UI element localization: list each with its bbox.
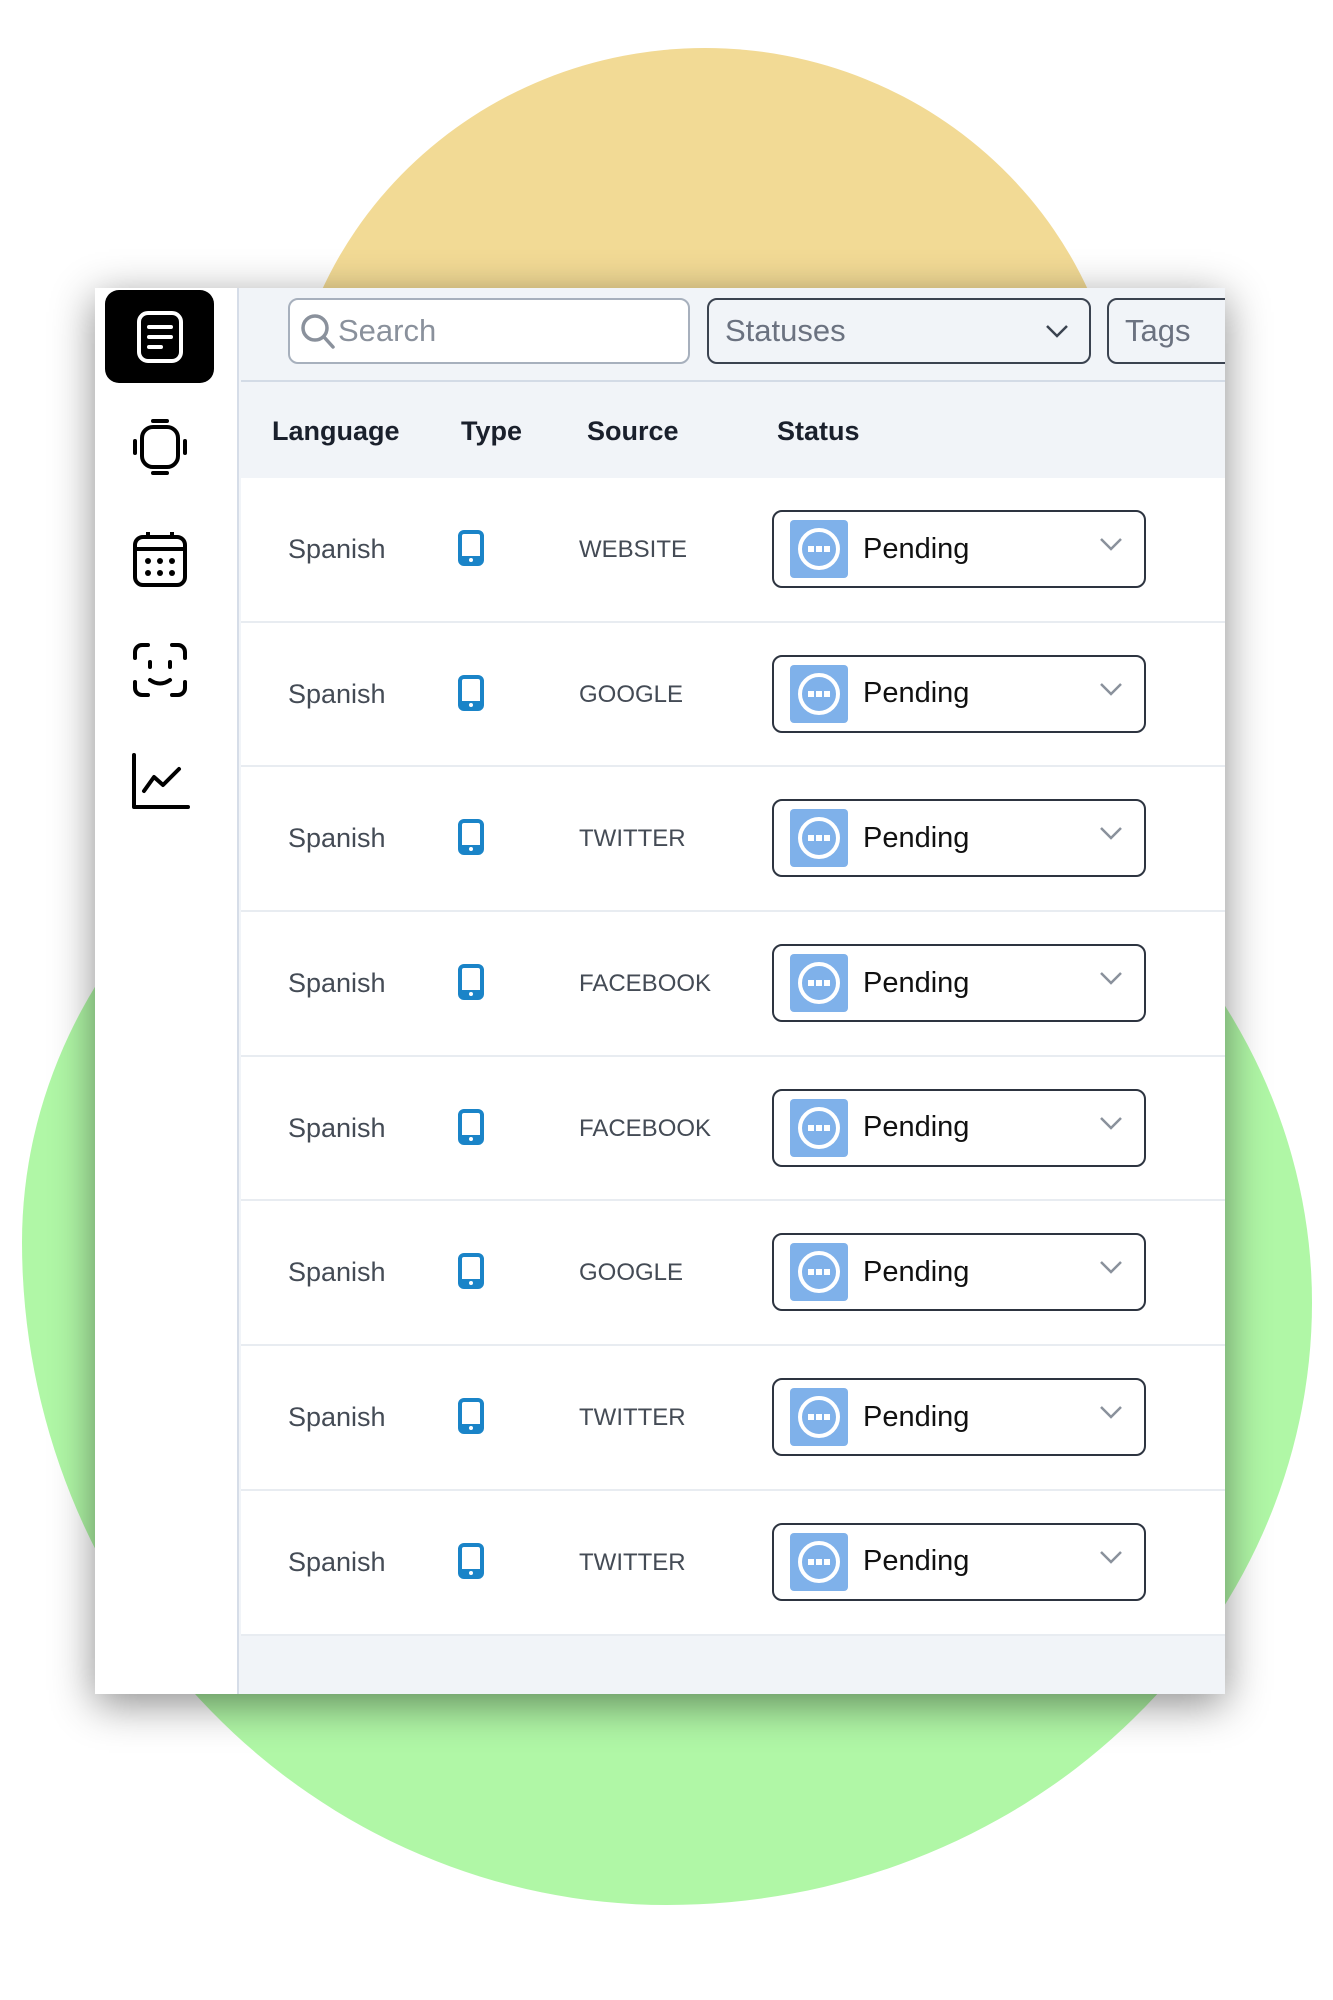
search-placeholder: Search (338, 313, 437, 348)
status-label: Pending (863, 1111, 970, 1144)
column-header-source[interactable]: Source (587, 416, 679, 447)
mobile-phone-icon (458, 1542, 484, 1584)
document-icon (136, 310, 183, 363)
main-content: Search Statuses Tags Language Type Sourc… (241, 288, 1225, 1694)
table-row[interactable]: Spanish FACEBOOK Pending (241, 1056, 1225, 1202)
status-dropdown[interactable]: Pending (772, 1233, 1146, 1312)
status-dropdown[interactable]: Pending (772, 1378, 1146, 1457)
pending-status-icon (790, 664, 848, 723)
pending-status-icon (790, 809, 848, 868)
source-cell: FACEBOOK (579, 1114, 712, 1142)
column-header-language[interactable]: Language (272, 416, 400, 447)
table-row[interactable]: Spanish TWITTER Pending (241, 767, 1225, 913)
chevron-down-icon (1100, 1406, 1122, 1419)
search-input[interactable]: Search (288, 298, 690, 364)
status-dropdown[interactable]: Pending (772, 1522, 1146, 1601)
language-cell: Spanish (288, 1402, 386, 1433)
language-cell: Spanish (288, 1257, 386, 1288)
statuses-dropdown[interactable]: Statuses (707, 298, 1091, 364)
source-cell: GOOGLE (579, 1259, 684, 1287)
mobile-phone-icon (458, 530, 484, 571)
mobile-phone-icon (458, 1253, 484, 1294)
source-cell: TWITTER (579, 825, 686, 853)
tags-dropdown[interactable]: Tags (1107, 298, 1225, 364)
language-cell: Spanish (288, 534, 386, 564)
status-label: Pending (863, 532, 970, 565)
app-window: Search Statuses Tags Language Type Sourc… (95, 288, 1225, 1694)
filter-toolbar: Search Statuses Tags (241, 288, 1225, 382)
status-label: Pending (863, 821, 970, 854)
chart-line-icon (131, 752, 190, 809)
pending-status-icon (790, 1098, 848, 1157)
language-cell: Spanish (288, 678, 386, 709)
table-row[interactable]: Spanish TWITTER Pending (241, 1490, 1225, 1636)
sidebar-item-analytics[interactable] (105, 734, 214, 827)
language-cell: Spanish (288, 1112, 386, 1143)
sidebar (95, 288, 239, 1694)
mobile-phone-icon (458, 674, 484, 716)
status-label: Pending (863, 1545, 970, 1578)
pending-status-icon (790, 1532, 848, 1591)
table-row[interactable]: Spanish FACEBOOK Pending (241, 912, 1225, 1057)
chevron-down-icon (1100, 1116, 1122, 1130)
sidebar-item-face-scan[interactable] (105, 623, 214, 716)
status-dropdown[interactable]: Pending (772, 944, 1146, 1023)
pending-status-icon (790, 1388, 848, 1447)
table-header: Language Type Source Status (241, 382, 1225, 478)
language-cell: Spanish (288, 968, 386, 999)
pending-status-icon (790, 954, 848, 1013)
column-header-type[interactable]: Type (461, 416, 522, 447)
mobile-phone-icon (458, 964, 484, 1005)
language-cell: Spanish (288, 1546, 386, 1577)
chevron-down-icon (1100, 1261, 1122, 1275)
pending-status-icon (790, 1243, 848, 1302)
source-cell: TWITTER (579, 1404, 686, 1432)
watch-icon (132, 418, 187, 475)
status-label: Pending (863, 677, 970, 710)
status-dropdown[interactable]: Pending (772, 1088, 1146, 1167)
chevron-down-icon (1100, 1550, 1122, 1564)
column-header-status[interactable]: Status (777, 416, 860, 447)
sidebar-item-documents[interactable] (105, 290, 214, 383)
table-body: Spanish WEBSITE Pending Spanish GOOGLE P… (241, 478, 1225, 1636)
chevron-down-icon (1100, 827, 1122, 841)
mobile-phone-icon (458, 819, 484, 860)
chevron-down-icon (1046, 325, 1068, 338)
mobile-phone-icon (458, 1108, 484, 1150)
pending-status-icon (790, 520, 848, 578)
calendar-icon (132, 531, 187, 587)
source-cell: FACEBOOK (579, 970, 712, 998)
table-row[interactable]: Spanish GOOGLE Pending (241, 1201, 1225, 1347)
chevron-down-icon (1100, 538, 1122, 551)
statuses-label: Statuses (725, 313, 846, 348)
mobile-phone-icon (458, 1398, 484, 1439)
status-dropdown[interactable]: Pending (772, 799, 1146, 878)
status-label: Pending (863, 1255, 970, 1288)
status-label: Pending (863, 1400, 970, 1433)
language-cell: Spanish (288, 823, 386, 854)
chevron-down-icon (1100, 682, 1122, 696)
table-row[interactable]: Spanish WEBSITE Pending (241, 478, 1225, 623)
search-icon (301, 314, 335, 349)
sidebar-item-calendar[interactable] (105, 512, 214, 605)
status-label: Pending (863, 966, 970, 999)
status-dropdown[interactable]: Pending (772, 654, 1146, 733)
source-cell: WEBSITE (579, 536, 688, 563)
table-row[interactable]: Spanish TWITTER Pending (241, 1346, 1225, 1491)
chevron-down-icon (1100, 972, 1122, 985)
table-row[interactable]: Spanish GOOGLE Pending (241, 622, 1225, 768)
source-cell: TWITTER (579, 1548, 686, 1576)
face-scan-icon (132, 642, 187, 697)
tags-label: Tags (1125, 313, 1191, 348)
sidebar-item-watch[interactable] (105, 400, 214, 493)
status-dropdown[interactable]: Pending (772, 510, 1146, 588)
source-cell: GOOGLE (579, 680, 684, 708)
